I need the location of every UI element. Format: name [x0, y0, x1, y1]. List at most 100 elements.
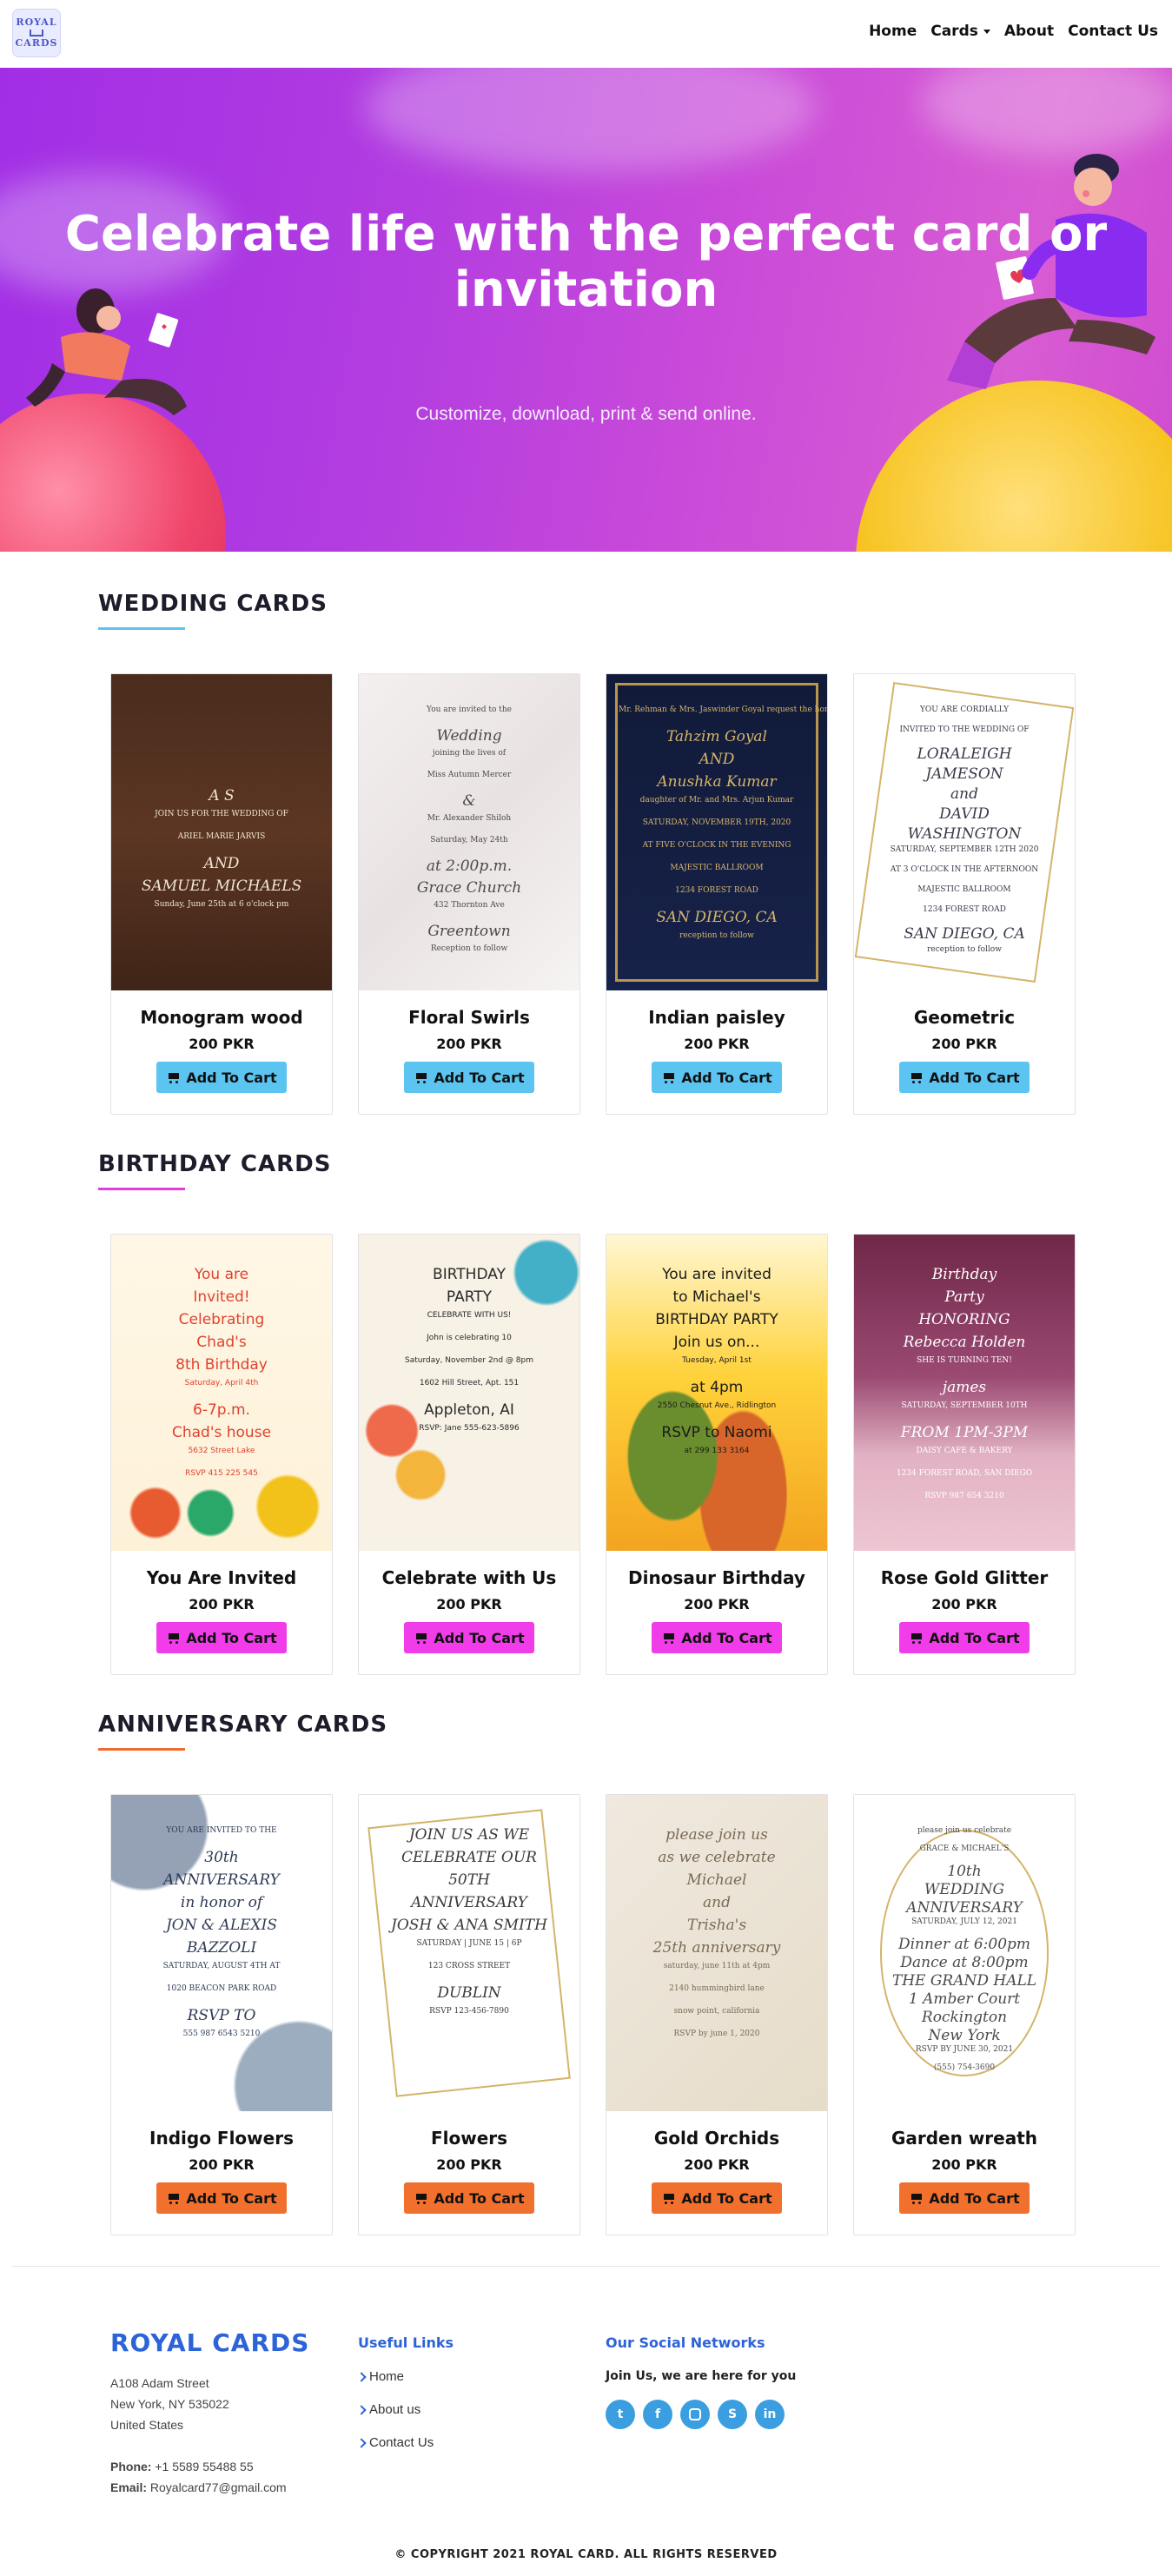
footer-link-home[interactable]: Home [356, 2369, 404, 2384]
hero-title: Celebrate life with the perfect card or … [64, 206, 1108, 318]
card-preview-text: Reception to follow [430, 944, 508, 953]
card-preview-text: at 299 133 3164 [684, 1447, 750, 1455]
card-preview-text: ARIEL MARIE JARVIS [177, 832, 266, 841]
section-title-birthday: BIRTHDAY CARDS [98, 1151, 332, 1177]
card-preview-image[interactable]: BIRTHDAY PARTY CELEBRATE WITH US! John is c… [359, 1235, 579, 1551]
card-preview-text: AND [699, 751, 735, 768]
card-preview-image[interactable]: Mr. Rehman & Mrs. Jaswinder Goyal reques… [606, 674, 827, 990]
product-card: You are invited to Michael's BIRTHDAY PART… [606, 1234, 828, 1675]
card-preview-text: SATURDAY, JULY 12, 2021 [911, 1917, 1017, 1926]
add-to-cart-button[interactable]: Add To Cart [899, 1622, 1030, 1653]
email-value: Royalcard77@gmail.com [149, 2480, 287, 2494]
facebook-icon[interactable]: f [643, 2400, 672, 2429]
card-preview-text: Rebecca Holden [903, 1334, 1026, 1351]
add-to-cart-button[interactable]: Add To Cart [156, 2182, 287, 2214]
card-preview-text: SATURDAY, NOVEMBER 19TH, 2020 [642, 818, 791, 827]
card-preview-text: AND [203, 855, 240, 872]
card-preview-text: WEDDING [924, 1881, 1005, 1898]
card-preview-text: james [942, 1379, 987, 1396]
card-preview-text: FROM 1PM-3PM [900, 1424, 1029, 1441]
add-to-cart-button[interactable]: Add To Cart [156, 1062, 287, 1093]
twitter-icon[interactable]: t [606, 2400, 635, 2429]
royal-cards-logo[interactable]: ROYAL CARDS [12, 9, 61, 57]
card-preview-text: AT FIVE O'CLOCK IN THE EVENING [642, 841, 791, 850]
footer-link-about[interactable]: About us [356, 2402, 420, 2417]
card-preview-text: MAJESTIC BALLROOM [670, 864, 764, 872]
card-preview-text: at 2:00p.m. [426, 858, 513, 875]
card-preview-text: BIRTHDAY [433, 1266, 506, 1283]
add-to-cart-button[interactable]: Add To Cart [899, 1062, 1030, 1093]
cloud-decoration [365, 68, 817, 172]
linkedin-icon[interactable]: in [755, 2400, 785, 2429]
skype-icon[interactable]: S [718, 2400, 747, 2429]
footer-brand: ROYAL CARDS [110, 2328, 310, 2357]
card-price: 200 PKR [189, 2156, 255, 2173]
card-preview-text: John is celebrating 10 [427, 1334, 512, 1342]
caret-down-icon [983, 29, 990, 34]
card-preview-text: RSVP: Jane 555-623-5896 [419, 1424, 520, 1433]
card-preview-text: INVITED TO THE WEDDING OF [899, 725, 1030, 734]
card-preview-text: Trisha's [686, 1917, 747, 1934]
card-preview-text: New York [928, 2027, 1001, 2044]
add-to-cart-button[interactable]: Add To Cart [652, 1062, 782, 1093]
card-preview-text: Dance at 8:00pm [900, 1954, 1029, 1971]
card-preview-image[interactable]: Birthday Party HONORING Rebecca Holden SHE I… [854, 1235, 1075, 1551]
cloud-decoration [921, 68, 1172, 155]
card-preview-text: RSVP by june 1, 2020 [673, 2030, 760, 2038]
card-preview-text: Greentown [427, 923, 511, 940]
nav-cards-dropdown[interactable]: Cards [924, 21, 997, 42]
card-preview-text: BAZZOLI [186, 1939, 257, 1957]
card-price: 200 PKR [189, 1596, 255, 1612]
add-to-cart-button[interactable]: Add To Cart [404, 1062, 534, 1093]
card-price: 200 PKR [436, 1036, 502, 1052]
card-preview-text: please join us celebrate [917, 1826, 1012, 1835]
card-preview-text: 432 Thornton Ave [434, 901, 505, 910]
card-preview-text: RSVP TO [187, 2007, 256, 2024]
card-preview-text: SATURDAY, SEPTEMBER 10TH [901, 1401, 1028, 1410]
add-to-cart-label: Add To Cart [186, 1629, 277, 1646]
card-preview-text: YOU ARE INVITED TO THE [166, 1826, 277, 1835]
card-preview-text: Chad's house [171, 1424, 272, 1441]
footer-link-contact[interactable]: Contact Us [356, 2435, 434, 2450]
card-preview-image[interactable]: please join us celebrate GRACE & MICHAEL'… [854, 1795, 1075, 2111]
nav-contact[interactable]: Contact Us [1061, 21, 1165, 42]
add-to-cart-button[interactable]: Add To Cart [652, 1622, 782, 1653]
instagram-icon[interactable] [680, 2400, 710, 2429]
card-preview-text: snow point, california [673, 2007, 760, 2016]
card-preview-text: CELEBRATE OUR [401, 1849, 537, 1866]
add-to-cart-button[interactable]: Add To Cart [899, 2182, 1030, 2214]
card-preview-text: Sunday, June 25th at 6 o'clock pm [154, 900, 289, 909]
footer-email: Email: Royalcard77@gmail.com [110, 2480, 287, 2494]
card-preview-text: Birthday [931, 1266, 997, 1283]
card-preview-image[interactable]: YOU ARE INVITED TO THE 30th ANNIVERSARY in … [111, 1795, 332, 2111]
card-preview-image[interactable]: You are invited to Michael's BIRTHDAY PART… [606, 1235, 827, 1551]
card-preview-text: BIRTHDAY PARTY [655, 1311, 778, 1328]
nav-home[interactable]: Home [862, 21, 924, 42]
card-preview-image[interactable]: A S JOIN US FOR THE WEDDING OF ARIEL MARIE… [111, 674, 332, 990]
card-preview-text: Appleton, AI [424, 1401, 514, 1419]
add-to-cart-button[interactable]: Add To Cart [156, 1622, 287, 1653]
nav-about[interactable]: About [997, 21, 1061, 42]
card-preview-text: 1234 FOREST ROAD, SAN DIEGO [896, 1469, 1033, 1478]
add-to-cart-button[interactable]: Add To Cart [652, 2182, 782, 2214]
add-to-cart-button[interactable]: Add To Cart [404, 1622, 534, 1653]
footer-address-line: New York, NY 535022 [110, 2397, 229, 2411]
card-preview-image[interactable]: please join us as we celebrate Michael and T… [606, 1795, 827, 2111]
card-preview-image[interactable]: You are Invited! Celebrating Chad's 8th Birt… [111, 1235, 332, 1551]
add-to-cart-label: Add To Cart [681, 1069, 772, 1086]
shopping-cart-icon [414, 1071, 428, 1083]
card-price: 200 PKR [931, 1036, 997, 1052]
footer-phone: Phone: +1 5589 55488 55 [110, 2460, 254, 2473]
card-preview-text: Join us on... [673, 1334, 760, 1351]
card-preview-text: SATURDAY, SEPTEMBER 12TH 2020 [890, 845, 1039, 854]
card-preview-image[interactable]: YOU ARE CORDIALLY INVITED TO THE WEDDING … [854, 674, 1075, 990]
add-to-cart-button[interactable]: Add To Cart [404, 2182, 534, 2214]
card-preview-text: CELEBRATE WITH US! [427, 1311, 512, 1320]
crown-icon [30, 30, 43, 36]
shopping-cart-icon [166, 1071, 181, 1083]
card-preview-image[interactable]: You are invited to the Wedding joining the… [359, 674, 579, 990]
footer-address-line: A108 Adam Street [110, 2376, 209, 2390]
card-preview-text: AT 3 O'CLOCK IN THE AFTERNOON [890, 865, 1039, 874]
product-card: BIRTHDAY PARTY CELEBRATE WITH US! John is c… [358, 1234, 580, 1675]
card-preview-image[interactable]: JOIN US AS WE CELEBRATE OUR 50TH ANNIVERSAR… [359, 1795, 579, 2111]
